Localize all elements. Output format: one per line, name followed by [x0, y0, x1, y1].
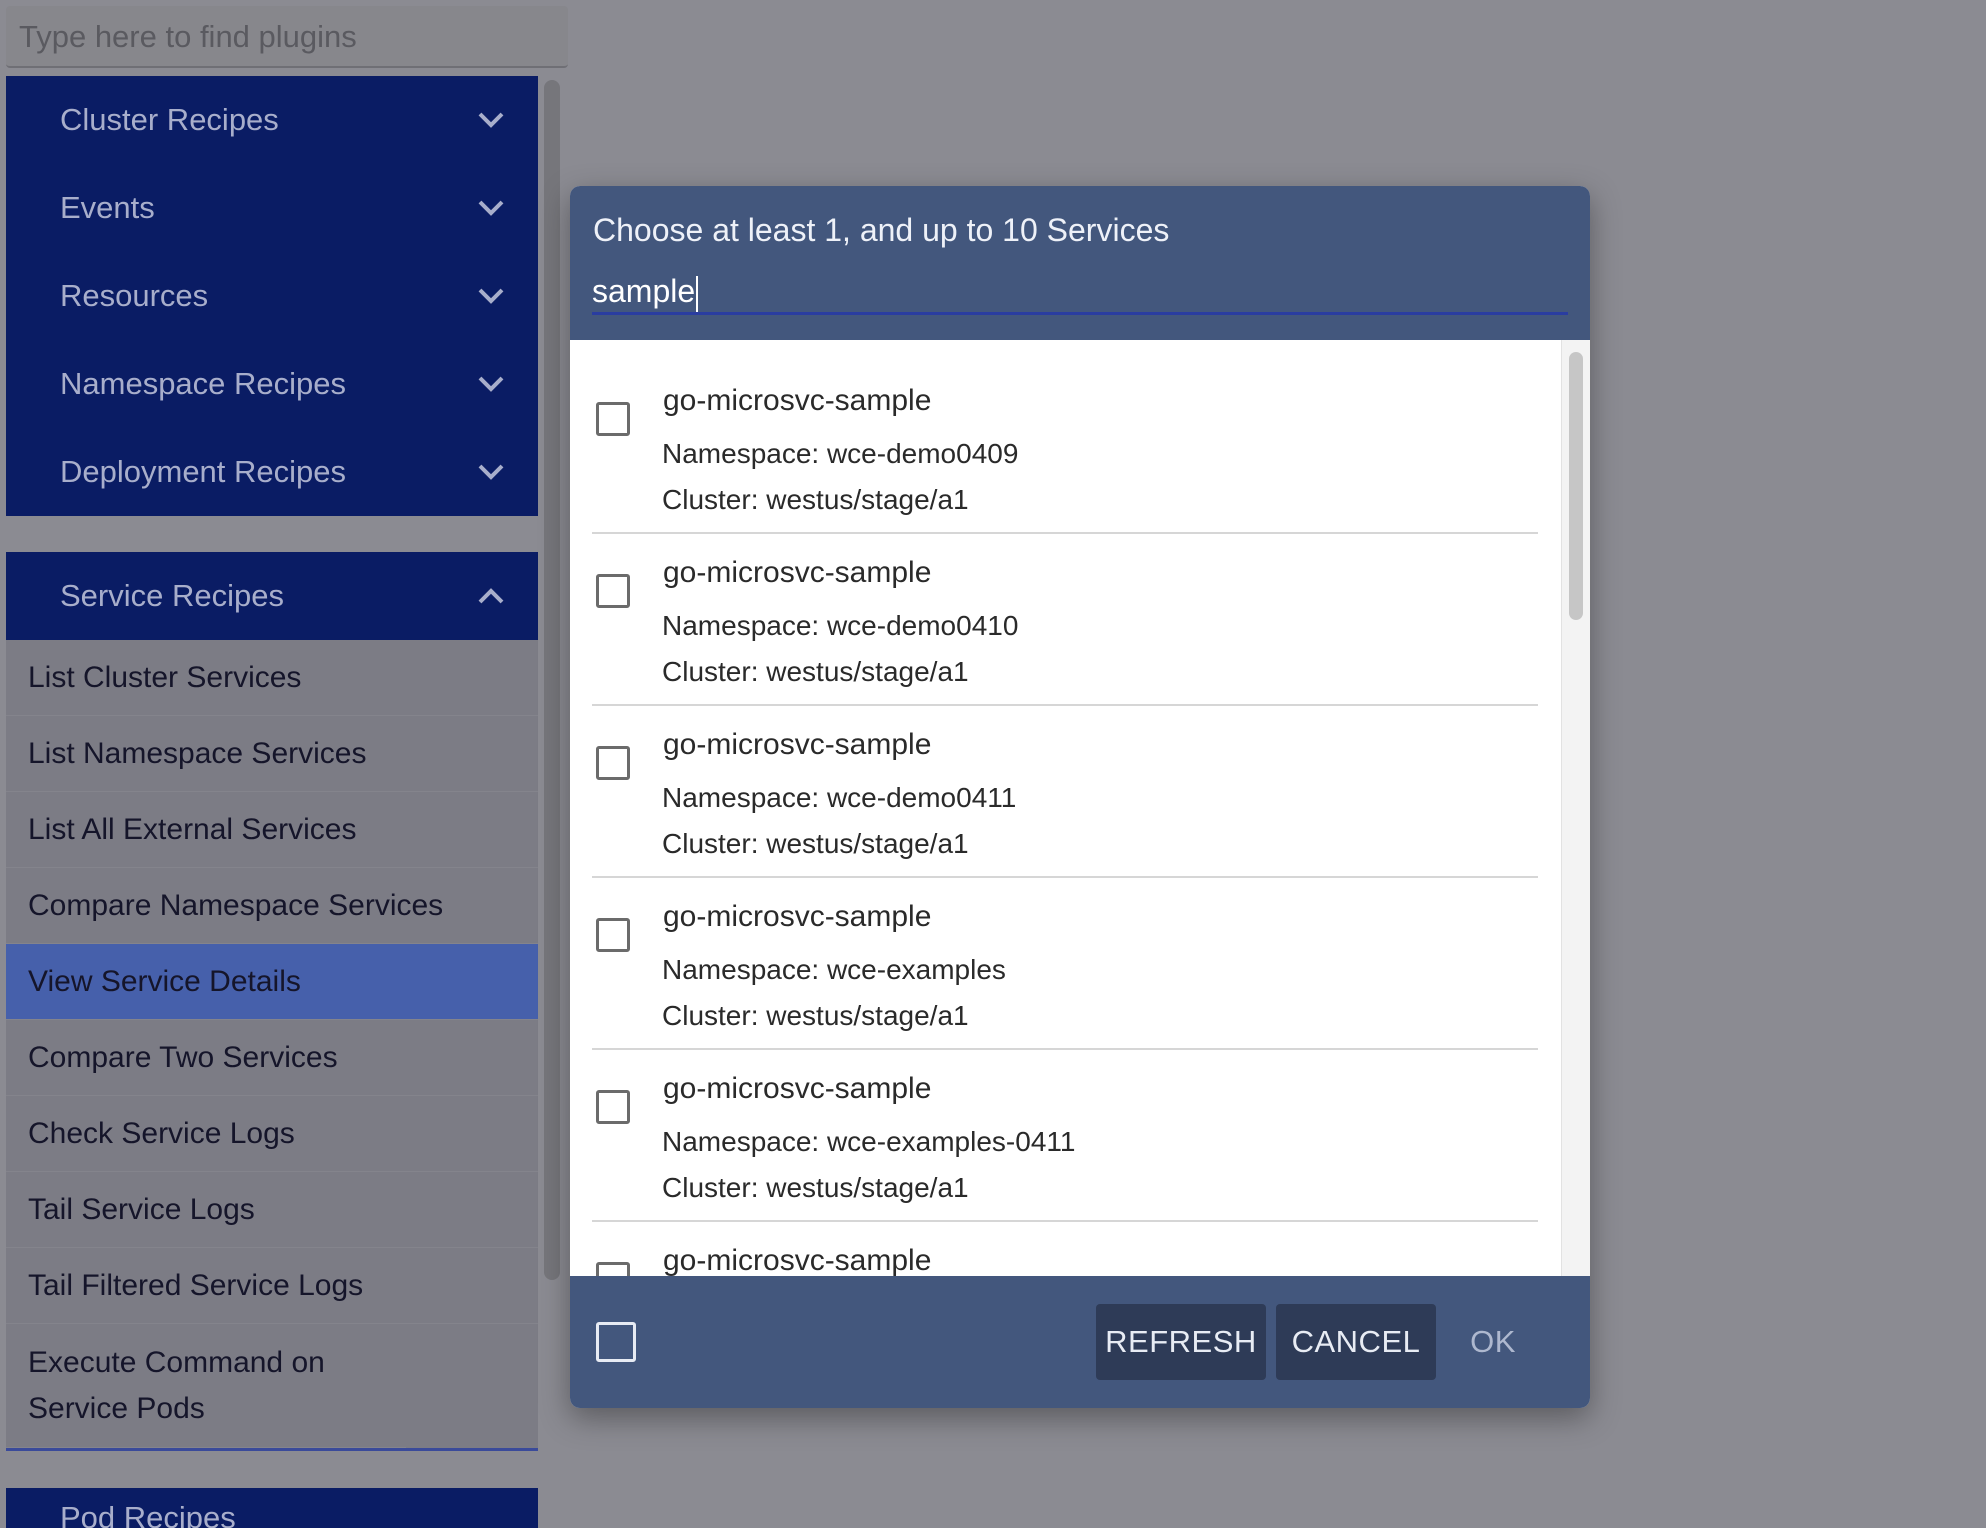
- dialog-scrollbar[interactable]: [1561, 340, 1590, 1276]
- group-service-recipes[interactable]: Service Recipes: [6, 552, 538, 640]
- select-checkbox[interactable]: [596, 1262, 630, 1276]
- recipe-groups: Cluster Recipes Events Resources Namespa…: [6, 76, 538, 516]
- chevron-down-icon: [474, 191, 508, 225]
- sidebar-item-compare-two-services[interactable]: Compare Two Services: [6, 1020, 538, 1096]
- list-item[interactable]: go-microsvc-sample: [592, 1222, 1538, 1276]
- service-cluster: Cluster: westus/stage/a1: [662, 1000, 969, 1031]
- service-cluster: Cluster: westus/stage/a1: [662, 828, 969, 859]
- service-name: go-microsvc-sample: [663, 728, 932, 761]
- select-checkbox[interactable]: [596, 918, 630, 952]
- service-filter-input[interactable]: sample: [592, 270, 1568, 315]
- group-label: Cluster Recipes: [60, 102, 279, 137]
- sidebar-item-check-service-logs[interactable]: Check Service Logs: [6, 1096, 538, 1172]
- sidebar-item-tail-filtered-service-logs[interactable]: Tail Filtered Service Logs: [6, 1248, 538, 1324]
- select-checkbox[interactable]: [596, 574, 630, 608]
- select-checkbox[interactable]: [596, 746, 630, 780]
- service-name: go-microsvc-sample: [663, 1072, 932, 1105]
- select-checkbox[interactable]: [596, 1090, 630, 1124]
- dialog-header: Choose at least 1, and up to 10 Services…: [570, 186, 1590, 340]
- sidebar-item-view-service-details[interactable]: View Service Details: [6, 944, 538, 1020]
- cancel-button[interactable]: CANCEL: [1276, 1304, 1436, 1380]
- group-cluster-recipes[interactable]: Cluster Recipes: [6, 76, 538, 164]
- service-name: go-microsvc-sample: [663, 384, 932, 417]
- group-pod-recipes[interactable]: Pod Recipes: [6, 1488, 538, 1528]
- chevron-down-icon: [474, 103, 508, 137]
- chevron-down-icon: [474, 279, 508, 313]
- chevron-down-icon: [474, 367, 508, 401]
- refresh-button[interactable]: REFRESH: [1096, 1304, 1266, 1380]
- group-label: Service Recipes: [60, 578, 284, 613]
- sidebar-item-tail-service-logs[interactable]: Tail Service Logs: [6, 1172, 538, 1248]
- scroll-thumb[interactable]: [1569, 352, 1583, 620]
- service-cluster: Cluster: westus/stage/a1: [662, 656, 969, 687]
- group-deployment-recipes[interactable]: Deployment Recipes: [6, 428, 538, 516]
- select-all-checkbox[interactable]: [596, 1322, 636, 1362]
- group-label: Pod Recipes: [60, 1500, 236, 1528]
- service-recipes-list: List Cluster Services List Namespace Ser…: [6, 640, 538, 1451]
- group-namespace-recipes[interactable]: Namespace Recipes: [6, 340, 538, 428]
- sidebar-scrollbar[interactable]: [544, 80, 560, 1280]
- text-caret: [696, 275, 699, 312]
- sidebar-item-execute-command[interactable]: Execute Command on Service Pods: [6, 1324, 406, 1448]
- list-item[interactable]: go-microsvc-sample Namespace: wce-exampl…: [592, 878, 1538, 1050]
- service-namespace: Namespace: wce-demo0410: [662, 610, 1019, 641]
- service-picker-dialog: Choose at least 1, and up to 10 Services…: [570, 186, 1590, 1408]
- service-namespace: Namespace: wce-demo0409: [662, 438, 1019, 469]
- service-cluster: Cluster: westus/stage/a1: [662, 1172, 969, 1203]
- list-item[interactable]: go-microsvc-sample Namespace: wce-demo04…: [592, 706, 1538, 878]
- service-namespace: Namespace: wce-examples: [662, 954, 1006, 985]
- chevron-up-icon: [474, 579, 508, 613]
- dialog-title: Choose at least 1, and up to 10 Services: [593, 212, 1170, 248]
- group-label: Resources: [60, 278, 209, 313]
- sidebar-item-compare-namespace-services[interactable]: Compare Namespace Services: [6, 868, 538, 944]
- service-name: go-microsvc-sample: [663, 1244, 932, 1276]
- sidebar-item-list-cluster-services[interactable]: List Cluster Services: [6, 640, 538, 716]
- service-name: go-microsvc-sample: [663, 900, 932, 933]
- group-events[interactable]: Events: [6, 164, 538, 252]
- sidebar-item-list-external-services[interactable]: List All External Services: [6, 792, 538, 868]
- group-label: Events: [60, 190, 155, 225]
- service-cluster: Cluster: westus/stage/a1: [662, 484, 969, 515]
- list-item[interactable]: go-microsvc-sample Namespace: wce-demo04…: [592, 362, 1538, 534]
- list-item[interactable]: go-microsvc-sample Namespace: wce-exampl…: [592, 1050, 1538, 1222]
- ok-button[interactable]: OK: [1448, 1304, 1538, 1380]
- list-item[interactable]: go-microsvc-sample Namespace: wce-demo04…: [592, 534, 1538, 706]
- service-name: go-microsvc-sample: [663, 556, 932, 589]
- chevron-down-icon: [474, 455, 508, 489]
- sidebar-item-list-namespace-services[interactable]: List Namespace Services: [6, 716, 538, 792]
- service-list: go-microsvc-sample Namespace: wce-demo04…: [570, 340, 1590, 1276]
- service-namespace: Namespace: wce-examples-0411: [662, 1126, 1076, 1157]
- filter-value: sample: [592, 273, 696, 309]
- group-resources[interactable]: Resources: [6, 252, 538, 340]
- group-label: Deployment Recipes: [60, 454, 347, 489]
- group-label: Namespace Recipes: [60, 366, 347, 401]
- service-namespace: Namespace: wce-demo0411: [662, 782, 1017, 813]
- plugin-search-input[interactable]: Type here to find plugins: [6, 6, 568, 68]
- dialog-footer: REFRESH CANCEL OK: [570, 1276, 1590, 1408]
- select-checkbox[interactable]: [596, 402, 630, 436]
